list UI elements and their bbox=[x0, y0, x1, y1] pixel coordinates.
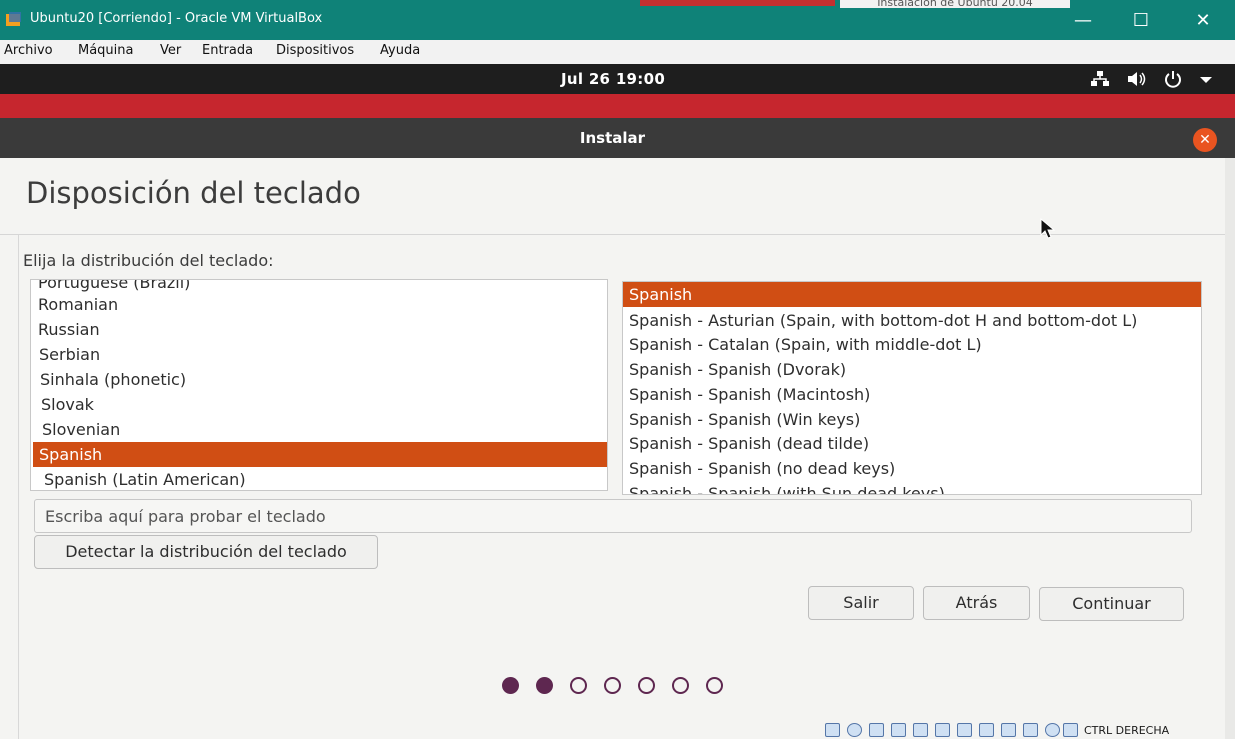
vbox-titlebar: Ubuntu20 [Corriendo] - Oracle VM Virtual… bbox=[0, 0, 1235, 40]
list-item-selected[interactable]: Spanish bbox=[33, 442, 607, 467]
menu-maquina[interactable]: Máquina bbox=[78, 43, 134, 58]
list-item[interactable]: Spanish - Spanish (Win keys) bbox=[623, 407, 1201, 432]
ubuntu-top-panel: Jul 26 19:00 bbox=[0, 64, 1235, 94]
maximize-button[interactable]: ☐ bbox=[1121, 8, 1161, 34]
menu-archivo[interactable]: Archivo bbox=[4, 43, 53, 58]
menu-ver[interactable]: Ver bbox=[160, 43, 181, 58]
back-button[interactable]: Atrás bbox=[923, 586, 1030, 620]
mouse-pointer-icon bbox=[1040, 218, 1056, 239]
list-item[interactable]: Spanish - Spanish (Dvorak) bbox=[623, 357, 1201, 382]
step-dot bbox=[570, 677, 587, 694]
host-key-label: CTRL DERECHA bbox=[1084, 724, 1170, 737]
list-item-selected[interactable]: Spanish bbox=[623, 282, 1201, 307]
display-icon[interactable] bbox=[957, 723, 972, 737]
host-taskbar-tab-installer[interactable]: Instalación de Ubuntu 20.04 bbox=[840, 0, 1070, 8]
panel-clock[interactable]: Jul 26 19:00 bbox=[561, 70, 665, 88]
minimize-button[interactable]: — bbox=[1063, 8, 1103, 34]
keyboard-capture-icon[interactable] bbox=[1023, 723, 1038, 737]
installer-close-icon[interactable]: ✕ bbox=[1193, 128, 1217, 152]
list-item[interactable]: Romanian bbox=[32, 292, 607, 317]
detect-layout-button[interactable]: Detectar la distribución del teclado bbox=[34, 535, 378, 569]
mouse-integration-icon[interactable] bbox=[1045, 723, 1060, 737]
optical-drive-icon[interactable] bbox=[847, 723, 862, 737]
video-capture-icon[interactable] bbox=[979, 723, 994, 737]
desktop-background bbox=[0, 94, 1235, 118]
cpu-icon[interactable] bbox=[1001, 723, 1016, 737]
list-item[interactable]: Slovenian bbox=[36, 417, 607, 442]
step-dot bbox=[672, 677, 689, 694]
continue-button[interactable]: Continuar bbox=[1039, 587, 1184, 621]
step-dot bbox=[638, 677, 655, 694]
keyboard-layout-list[interactable]: Portuguese (Brazil) Romanian Russian Ser… bbox=[30, 279, 608, 491]
network-adapter-icon[interactable] bbox=[891, 723, 906, 737]
list-item[interactable]: Serbian bbox=[33, 342, 607, 367]
menu-entrada[interactable]: Entrada bbox=[202, 43, 253, 58]
list-item[interactable]: Spanish - Spanish (with Sun dead keys) bbox=[623, 481, 1201, 494]
host-key-icon[interactable] bbox=[1063, 723, 1078, 737]
step-dot-complete bbox=[502, 677, 519, 694]
step-dot bbox=[706, 677, 723, 694]
installer-left-edge bbox=[0, 235, 19, 739]
list-item[interactable]: Sinhala (phonetic) bbox=[34, 367, 607, 392]
usb-icon[interactable] bbox=[913, 723, 928, 737]
audio-icon[interactable] bbox=[869, 723, 884, 737]
vbox-menubar: Archivo Máquina Ver Entrada Dispositivos… bbox=[0, 40, 1235, 64]
list-item[interactable]: Spanish (Latin American) bbox=[38, 467, 607, 490]
list-item[interactable]: Spanish - Spanish (dead tilde) bbox=[623, 431, 1201, 456]
network-icon[interactable] bbox=[1089, 70, 1111, 88]
vbox-statusbar bbox=[0, 718, 1235, 739]
close-window-button[interactable]: ✕ bbox=[1183, 8, 1223, 34]
list-item[interactable]: Slovak bbox=[35, 392, 607, 417]
page-title: Disposición del teclado bbox=[26, 176, 361, 210]
keyboard-variant-list[interactable]: Spanish Spanish - Asturian (Spain, with … bbox=[622, 281, 1202, 495]
layout-prompt: Elija la distribución del teclado: bbox=[23, 251, 274, 270]
quit-button[interactable]: Salir bbox=[808, 586, 914, 620]
menu-arrow-icon[interactable] bbox=[1196, 70, 1218, 88]
list-item[interactable]: Spanish - Spanish (no dead keys) bbox=[623, 456, 1201, 481]
keyboard-test-input[interactable] bbox=[34, 499, 1192, 533]
menu-dispositivos[interactable]: Dispositivos bbox=[276, 43, 354, 58]
step-dot bbox=[604, 677, 621, 694]
menu-ayuda[interactable]: Ayuda bbox=[380, 43, 420, 58]
window-title: Ubuntu20 [Corriendo] - Oracle VM Virtual… bbox=[30, 11, 323, 26]
shared-folders-icon[interactable] bbox=[935, 723, 950, 737]
hard-disk-icon[interactable] bbox=[825, 723, 840, 737]
installer-window-title: Instalar bbox=[579, 129, 646, 147]
list-item[interactable]: Spanish - Catalan (Spain, with middle-do… bbox=[623, 332, 1201, 357]
step-dot-current bbox=[536, 677, 553, 694]
volume-icon[interactable] bbox=[1126, 70, 1148, 88]
list-item[interactable]: Spanish - Spanish (Macintosh) bbox=[623, 382, 1201, 407]
installer-headerbar: Instalar ✕ bbox=[0, 118, 1235, 158]
list-item[interactable]: Spanish - Asturian (Spain, with bottom-d… bbox=[623, 308, 1201, 333]
list-item[interactable]: Russian bbox=[32, 317, 607, 342]
power-icon[interactable] bbox=[1162, 70, 1184, 88]
host-taskbar-tab[interactable] bbox=[640, 0, 835, 6]
virtualbox-icon bbox=[6, 12, 21, 26]
